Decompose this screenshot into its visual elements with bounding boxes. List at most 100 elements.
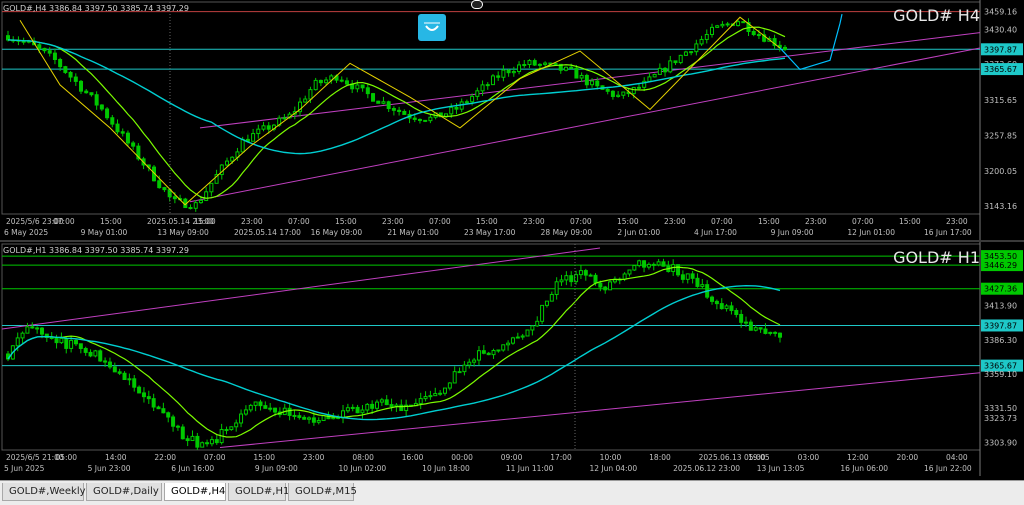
candle-body: [485, 84, 490, 87]
candle-body: [131, 142, 136, 147]
candle-body: [564, 275, 569, 281]
candle-body: [35, 327, 40, 330]
candle-body: [725, 23, 730, 26]
candle-body: [537, 63, 542, 66]
candle-body: [30, 326, 35, 329]
candle-body: [402, 110, 407, 115]
chart-pane-h1[interactable]: 3453.50 3446.29 3427.36 3413.90 3397.87 3386.…: [0, 242, 1024, 476]
candle-body: [678, 54, 683, 64]
price-axis-label: 3331.50: [984, 404, 1017, 413]
chart-pane-h4[interactable]: 3459.163430.403397.873373.603365.673315.…: [0, 0, 1024, 240]
price-label-text: 3397.87: [984, 321, 1017, 330]
candle-body: [42, 47, 47, 52]
candle-body: [230, 156, 235, 162]
candle-body: [627, 269, 632, 275]
candle-body: [472, 359, 477, 363]
candle-body: [704, 33, 709, 40]
candle-body: [699, 38, 704, 45]
tab-gold-daily[interactable]: GOLD#,Daily: [86, 483, 162, 501]
price-axis-label: 3200.05: [984, 167, 1017, 176]
tab-gold-weekly[interactable]: GOLD#,Weekly: [2, 483, 86, 501]
candle-body: [171, 416, 176, 427]
candle-body: [339, 79, 344, 82]
candle-body: [69, 339, 74, 349]
candle-body: [112, 366, 117, 373]
candle-body: [496, 349, 501, 352]
candle-body: [370, 403, 375, 409]
candle-body: [457, 371, 462, 374]
tab-gold-m15[interactable]: GOLD#,M15: [288, 483, 357, 501]
time-axis-label: 22:00: [154, 453, 176, 462]
candle-body: [225, 160, 230, 166]
candle-body: [695, 277, 700, 287]
price-label-text: 3365.67: [984, 65, 1017, 74]
candle-body: [209, 439, 214, 445]
candle-body: [146, 396, 151, 400]
candle-body: [449, 106, 454, 115]
time-axis-label: 15:00: [476, 217, 498, 226]
candle-body: [588, 274, 593, 277]
candle-body: [180, 426, 185, 440]
candle-body: [475, 90, 480, 97]
time-axis-label: 15:00: [899, 217, 921, 226]
candle-body: [204, 191, 209, 201]
candle-body: [141, 392, 146, 398]
candle-body: [428, 116, 433, 122]
candle-body: [324, 79, 329, 84]
candle-body: [125, 132, 130, 144]
one-click-trading-icon[interactable]: [418, 14, 446, 41]
candle-body: [188, 207, 193, 210]
candle-body: [751, 31, 756, 36]
price-axis-label: 3397.87: [981, 319, 1023, 332]
price-axis-label: 3359.10: [984, 370, 1017, 379]
candle-body: [501, 69, 506, 78]
candle-body: [365, 403, 370, 411]
time-axis-label: 15:00: [758, 217, 780, 226]
candle-body: [79, 80, 84, 92]
candle-body: [501, 344, 506, 351]
candle-body: [198, 199, 203, 204]
candle-body: [553, 62, 558, 65]
slow-moving-average: [7, 39, 786, 155]
tab-gold-h1[interactable]: GOLD#,H1: [228, 483, 289, 501]
h1-chart-canvas[interactable]: 3453.503446.293427.363413.903397.873386.…: [0, 242, 1024, 476]
candle-body: [773, 331, 778, 334]
date-axis-label: 9 Jun 09:00: [771, 228, 814, 237]
h4-chart-canvas[interactable]: 3459.163430.403397.873373.603365.673315.…: [0, 0, 1024, 240]
time-axis-label: 00:00: [451, 453, 473, 462]
date-axis-label: 16 Jun 17:00: [924, 228, 972, 237]
candle-body: [360, 409, 365, 414]
candle-body: [462, 364, 467, 373]
time-axis-label: 07:00: [53, 217, 75, 226]
candle-body: [63, 66, 68, 73]
candle-body: [78, 343, 83, 349]
candle-body: [39, 327, 44, 335]
candle-body: [423, 396, 428, 400]
candle-body: [303, 98, 308, 103]
candle-body: [668, 60, 673, 73]
candle-body: [637, 260, 642, 267]
candle-body: [694, 43, 699, 53]
time-axis-label: 10:00: [600, 453, 622, 462]
candle-body: [59, 337, 64, 344]
candle-body: [209, 182, 214, 193]
candle-body: [685, 273, 690, 280]
tab-gold-h4[interactable]: GOLD#,H4: [164, 483, 226, 501]
candle-body: [719, 303, 724, 310]
candle-body: [224, 429, 229, 432]
candle-body: [710, 296, 715, 302]
candle-body: [127, 378, 132, 381]
price-label-text: 3323.73: [984, 414, 1017, 423]
price-label-text: 3200.05: [984, 167, 1017, 176]
candle-body: [258, 401, 263, 407]
candle-body: [205, 442, 210, 445]
candle-body: [748, 321, 753, 331]
price-label-text: 3446.29: [984, 261, 1017, 270]
time-axis-label: 20:00: [897, 453, 919, 462]
candle-body: [661, 261, 666, 267]
candle-body: [569, 275, 574, 283]
candle-body: [345, 407, 350, 412]
price-label-text: 3315.65: [984, 96, 1017, 105]
price-axis-label: 3427.36: [981, 282, 1023, 295]
candle-body: [20, 332, 25, 339]
